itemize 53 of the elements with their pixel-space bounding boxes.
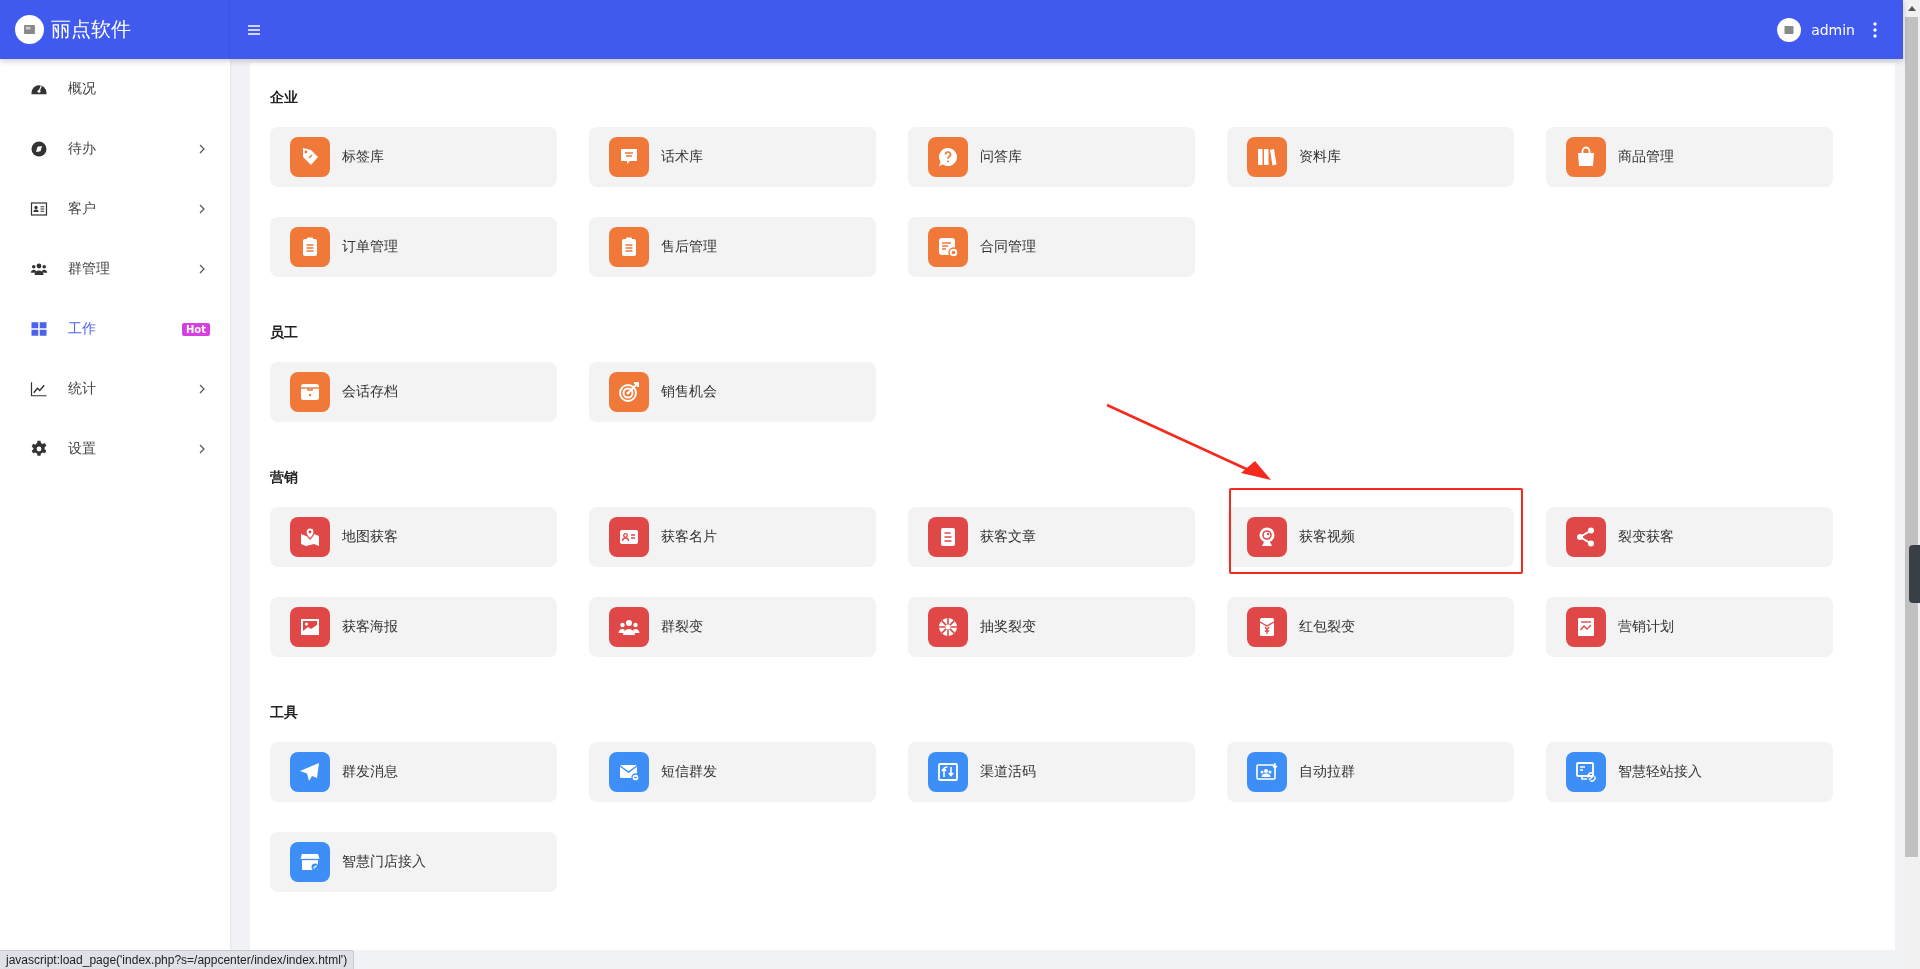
app-tile[interactable]: 营销计划 xyxy=(1546,597,1833,657)
hot-badge: Hot xyxy=(181,322,210,336)
app-tile[interactable]: 订单管理 xyxy=(270,217,557,277)
compass-icon xyxy=(30,140,48,158)
app-tile[interactable]: 裂变获客 xyxy=(1546,507,1833,567)
section-title: 工具 xyxy=(270,703,299,722)
section-title: 员工 xyxy=(270,323,299,342)
section-title: 营销 xyxy=(270,468,299,487)
app-tile[interactable]: 智慧轻站接入 xyxy=(1546,742,1833,802)
app-tile[interactable]: 会话存档 xyxy=(270,362,557,422)
app-tile[interactable]: 销售机会 xyxy=(589,362,876,422)
app-tile[interactable]: 自动拉群 xyxy=(1227,742,1514,802)
user-name[interactable]: admin xyxy=(1811,21,1855,38)
settings-icon xyxy=(30,440,48,458)
sidebar-item[interactable]: 待办 xyxy=(0,119,230,179)
avatar-icon[interactable] xyxy=(1777,17,1802,42)
app-tile[interactable]: 售后管理 xyxy=(589,217,876,277)
more-icon[interactable] xyxy=(1873,21,1877,38)
app-tile[interactable]: 渠道活码 xyxy=(908,742,1195,802)
sidebar-item[interactable]: 设置 xyxy=(0,419,230,479)
sidebar-item[interactable]: 客户 xyxy=(0,179,230,239)
app-tile[interactable]: 问答库 xyxy=(908,127,1195,187)
sidebar-item[interactable]: 群管理 xyxy=(0,239,230,299)
app-tile[interactable]: 话术库 xyxy=(589,127,876,187)
status-url: javascript:load_page('index.php?s=/appcenter/index/index.html') xyxy=(0,950,355,969)
side-handle[interactable] xyxy=(1909,545,1920,603)
scroll-thumb[interactable] xyxy=(1905,17,1918,857)
app-tile[interactable]: 群发消息 xyxy=(270,742,557,802)
app-tile[interactable]: 资料库 xyxy=(1227,127,1514,187)
app-tile[interactable]: 获客文章 xyxy=(908,507,1195,567)
app-tile[interactable]: 合同管理 xyxy=(908,217,1195,277)
app-tile[interactable]: 地图获客 xyxy=(270,507,557,567)
menu-icon[interactable] xyxy=(248,24,260,35)
line-chart-icon xyxy=(30,380,48,398)
app-tile[interactable]: 抽奖裂变 xyxy=(908,597,1195,657)
app-tile[interactable]: 红包裂变 xyxy=(1227,597,1514,657)
app-tile[interactable]: 获客海报 xyxy=(270,597,557,657)
sidebar-item[interactable]: 概况 xyxy=(0,59,230,119)
contact-card-icon xyxy=(30,200,48,218)
app-tile[interactable]: 商品管理 xyxy=(1546,127,1833,187)
brand-name: 丽点软件 xyxy=(51,16,131,43)
app-tile[interactable]: 群裂变 xyxy=(589,597,876,657)
sidebar-item[interactable]: 工作 Hot xyxy=(0,299,230,359)
sidebar-item[interactable]: 统计 xyxy=(0,359,230,419)
section-title: 企业 xyxy=(270,88,299,107)
app-tile[interactable]: 标签库 xyxy=(270,127,557,187)
app-tile[interactable]: 获客视频 xyxy=(1227,507,1514,567)
app-tile[interactable]: 智慧门店接入 xyxy=(270,832,557,892)
app-tile[interactable]: 短信群发 xyxy=(589,742,876,802)
logo-icon xyxy=(15,15,44,44)
app-tile[interactable]: 获客名片 xyxy=(589,507,876,567)
scroll-up-icon[interactable] xyxy=(1907,6,1916,11)
grid-icon xyxy=(30,320,48,338)
